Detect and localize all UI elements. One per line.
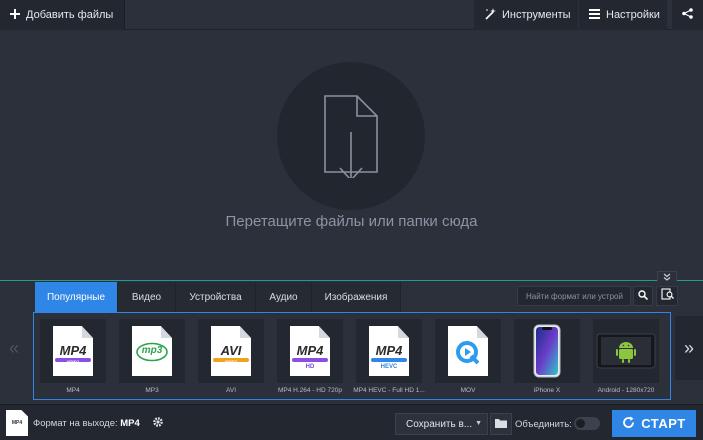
- format-search-input[interactable]: Найти формат или устрой: [517, 286, 631, 306]
- tab-audio[interactable]: Аудио: [256, 282, 312, 312]
- format-label: Android - 1280x720: [597, 387, 655, 394]
- add-files-button[interactable]: Добавить файлы: [0, 0, 124, 30]
- format-label: MP3: [145, 387, 159, 394]
- top-toolbar: Добавить файлы Инструменты Настройки: [0, 0, 703, 30]
- folder-icon: [495, 415, 507, 433]
- bottom-bar: MP4 Формат на выходе: MP4 Сохранить в...…: [0, 404, 703, 440]
- format-tile: [435, 319, 501, 383]
- output-format-label: Формат на выходе: MP4: [33, 418, 140, 429]
- caret-down-icon: ▼: [475, 420, 482, 427]
- format-item-avi[interactable]: AVI VIDEO AVI: [195, 317, 267, 397]
- format-label: MOV: [460, 387, 476, 394]
- save-to-dropdown[interactable]: Сохранить в... ▼: [395, 413, 488, 435]
- android-tablet-icon: [596, 333, 656, 369]
- search-button[interactable]: [633, 286, 653, 306]
- format-item-mp4[interactable]: MP4 VIDEO MP4: [37, 317, 109, 397]
- output-settings-button[interactable]: [150, 416, 166, 432]
- scroll-right-button[interactable]: »: [675, 316, 703, 380]
- tab-devices[interactable]: Устройства: [176, 282, 256, 312]
- format-item-android-1280x720[interactable]: Android - 1280x720: [590, 317, 662, 397]
- merge-toggle[interactable]: [574, 417, 600, 430]
- settings-label: Настройки: [606, 9, 660, 21]
- save-to-label: Сохранить в...: [406, 418, 473, 430]
- menu-icon: [589, 8, 600, 22]
- plus-icon: [10, 8, 20, 22]
- magic-wand-icon: [484, 7, 496, 23]
- device-search-icon: [660, 287, 674, 305]
- mp4-format-icon: MP4 VIDEO: [53, 326, 93, 376]
- scroll-left-button[interactable]: «: [0, 316, 28, 380]
- format-tile: MP4 HD: [277, 319, 343, 383]
- mp4-hevc-format-icon: MP4 HEVC: [369, 326, 409, 376]
- format-label: AVI: [226, 387, 236, 394]
- tab-popular[interactable]: Популярные: [35, 282, 118, 312]
- tab-video[interactable]: Видео: [118, 282, 176, 312]
- drop-hint-text: Перетащите файлы или папки сюда: [225, 213, 478, 230]
- format-label: MP4 HEVC - Full HD 1...: [353, 387, 425, 394]
- avi-format-icon: AVI VIDEO: [211, 326, 251, 376]
- file-download-icon: [324, 95, 378, 178]
- formats-area: « MP4 VIDEO MP4 mp3 MP3 AVI VIDEO AVI MP…: [0, 312, 703, 400]
- format-tile: MP4 VIDEO: [40, 319, 106, 383]
- format-tile: [514, 319, 580, 383]
- format-item-mp3[interactable]: mp3 MP3: [116, 317, 188, 397]
- format-strip: MP4 VIDEO MP4 mp3 MP3 AVI VIDEO AVI MP4 …: [33, 312, 671, 400]
- share-icon: [682, 8, 693, 22]
- merge-label: Объединить:: [515, 419, 572, 430]
- drop-target-circle: [277, 62, 425, 210]
- mp4-hd-format-icon: MP4 HD: [290, 326, 330, 376]
- refresh-icon: [622, 416, 635, 432]
- search-icon: [638, 287, 649, 305]
- iphone-icon: [533, 324, 561, 378]
- chevron-double-right-icon: »: [683, 337, 694, 358]
- start-label: СТАРТ: [641, 416, 686, 431]
- format-item-iphone-x[interactable]: iPhone X: [511, 317, 583, 397]
- add-files-label: Добавить файлы: [26, 9, 114, 21]
- output-format-value: MP4: [120, 418, 140, 429]
- quicktime-icon: [448, 326, 488, 376]
- format-tile: [593, 319, 659, 383]
- settings-button[interactable]: Настройки: [579, 0, 667, 30]
- mp3-format-icon: mp3: [132, 326, 172, 376]
- format-tile: mp3: [119, 319, 185, 383]
- format-item-mov[interactable]: MOV: [432, 317, 504, 397]
- format-item-mp4-hevc[interactable]: MP4 HEVC MP4 HEVC - Full HD 1...: [353, 317, 425, 397]
- start-button[interactable]: СТАРТ: [612, 410, 696, 437]
- tools-label: Инструменты: [502, 9, 571, 21]
- gear-icon: [152, 415, 164, 433]
- open-folder-button[interactable]: [490, 413, 512, 435]
- share-button[interactable]: [672, 0, 703, 30]
- tools-button[interactable]: Инструменты: [474, 0, 578, 30]
- format-tile: AVI VIDEO: [198, 319, 264, 383]
- chevron-double-left-icon: «: [8, 337, 19, 358]
- format-tile: MP4 HEVC: [356, 319, 422, 383]
- tab-images[interactable]: Изображения: [312, 282, 401, 312]
- format-item-mp4-hd-720p[interactable]: MP4 HD MP4 H.264 - HD 720p: [274, 317, 346, 397]
- output-format-icon: MP4: [6, 410, 28, 436]
- toolbar-separator: [124, 0, 125, 30]
- format-label: MP4 H.264 - HD 720p: [278, 387, 342, 394]
- format-label: MP4: [66, 387, 80, 394]
- app-window: Добавить файлы Инструменты Настройки Пер…: [0, 0, 703, 440]
- drop-zone[interactable]: Перетащите файлы или папки сюда: [0, 31, 703, 281]
- detect-device-button[interactable]: [656, 286, 678, 306]
- toggle-knob: [576, 419, 585, 428]
- format-label: iPhone X: [533, 387, 561, 394]
